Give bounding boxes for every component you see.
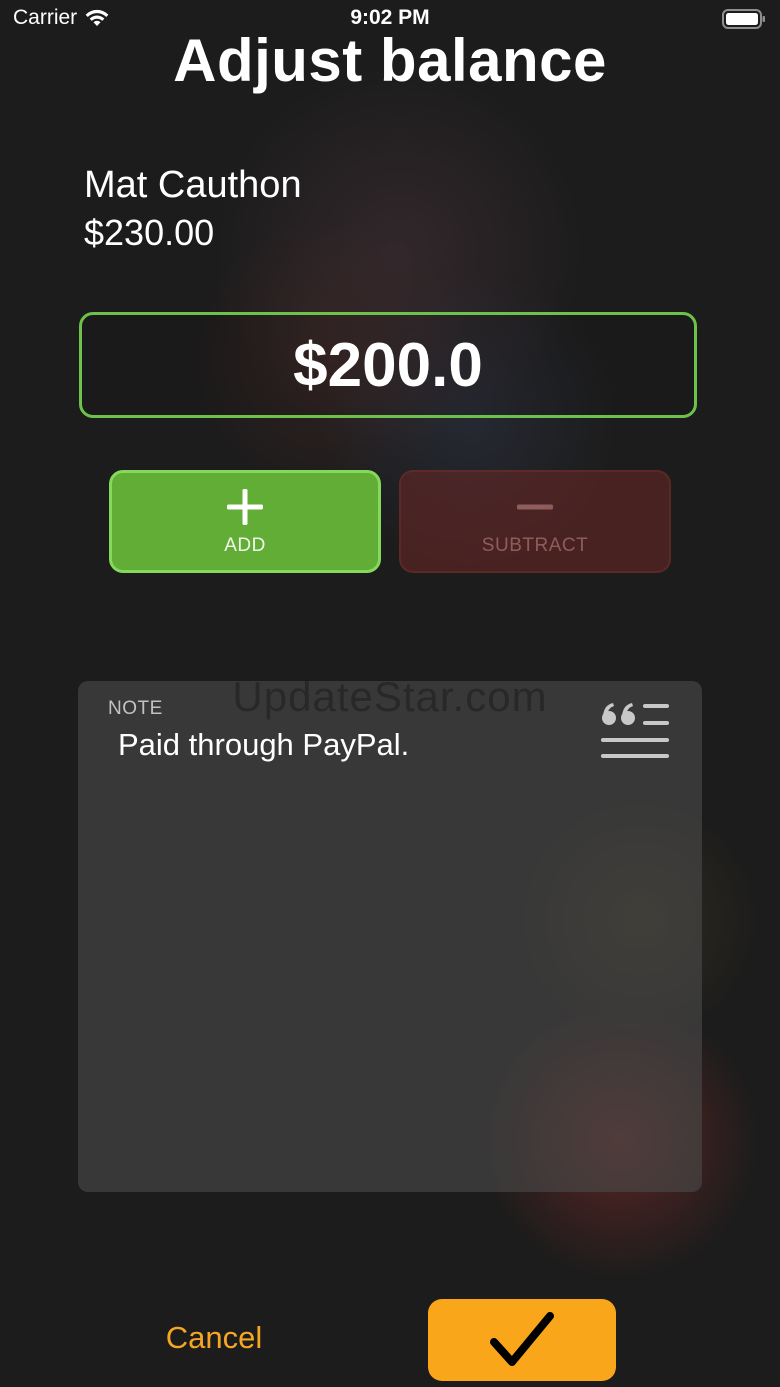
user-balance: $230.00 xyxy=(84,212,215,253)
plus-icon xyxy=(227,488,263,525)
note-text[interactable]: Paid through PayPal. xyxy=(118,727,409,763)
watermark: UpdateStar.com xyxy=(232,673,548,720)
confirm-button[interactable] xyxy=(428,1299,616,1381)
add-button-label: ADD xyxy=(224,534,266,556)
cancel-button[interactable]: Cancel xyxy=(150,1320,278,1356)
amount-input[interactable]: $200.0 xyxy=(79,312,697,418)
page-title: Adjust balance xyxy=(173,27,607,94)
add-button[interactable]: ADD xyxy=(109,470,381,573)
minus-icon xyxy=(517,504,553,509)
note-field[interactable]: NOTE Paid through PayPal. xyxy=(78,681,702,1192)
user-name: Mat Cauthon xyxy=(84,164,302,206)
subtract-button-label: SUBTRACT xyxy=(481,534,589,556)
amount-value: $200.0 xyxy=(293,330,483,400)
subtract-button[interactable]: SUBTRACT xyxy=(399,470,671,573)
adjust-balance-screen: Carrier 9:02 PM Adjust balance Mat Cauth… xyxy=(0,0,780,1387)
checkmark-icon xyxy=(490,1312,554,1366)
